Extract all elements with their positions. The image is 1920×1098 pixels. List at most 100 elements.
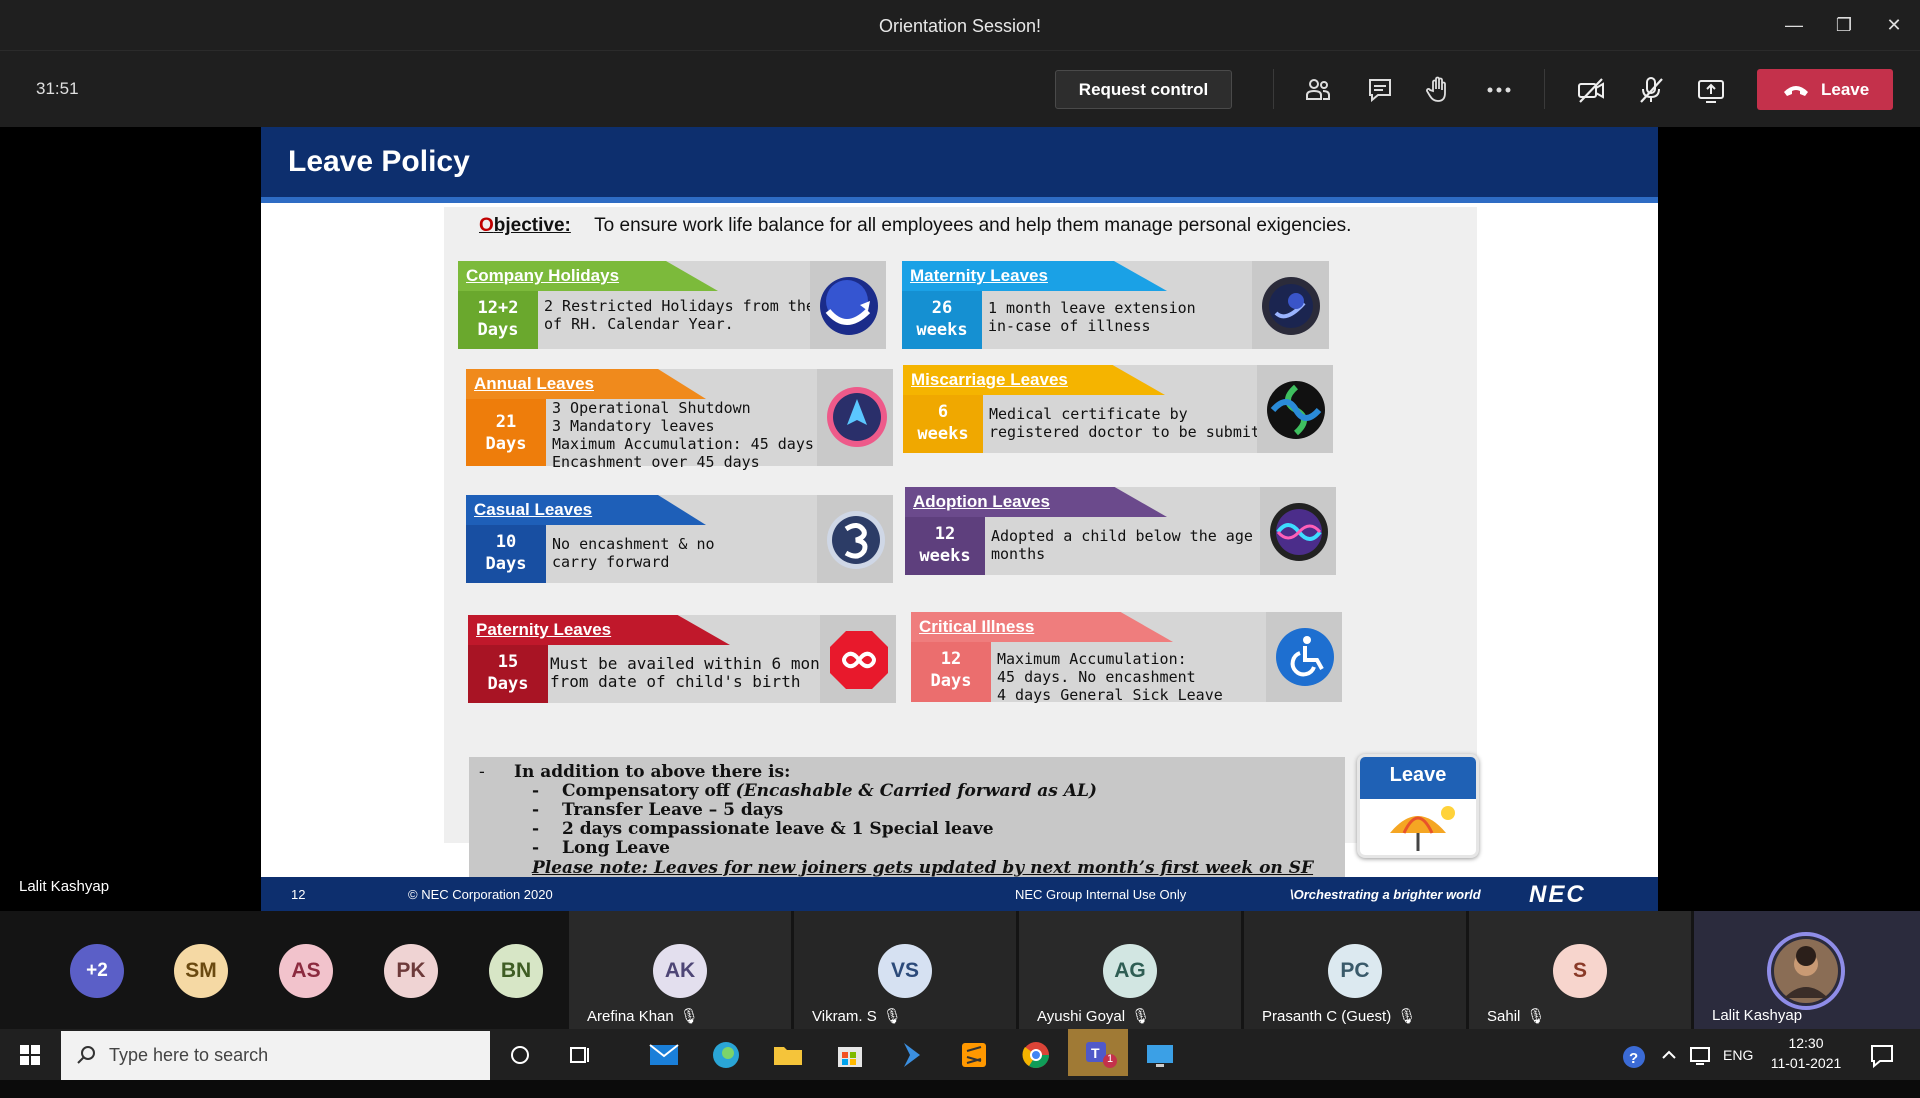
participant-name: Vikram. S 🎙︎ — [812, 1008, 902, 1025]
sublime-icon[interactable] — [952, 1033, 996, 1077]
siri-orb-icon — [1260, 487, 1336, 575]
file-explorer-icon[interactable] — [766, 1033, 810, 1077]
card-count: 21 Days — [466, 399, 546, 466]
leave-meeting-button[interactable]: Leave — [1757, 69, 1893, 110]
participant-name: Sahil 🎙︎ — [1487, 1008, 1546, 1025]
card-count: 12 Days — [911, 642, 991, 702]
card-description: Must be availed within 6 months from date… — [550, 654, 849, 691]
muted-mic-icon: 🎙︎ — [679, 1008, 699, 1025]
restore-button[interactable]: ❐ — [1829, 12, 1859, 38]
self-participant-tile[interactable]: Lalit Kashyap — [1694, 911, 1920, 1029]
participant-avatar[interactable]: PK — [384, 944, 438, 998]
edge-icon[interactable] — [704, 1033, 748, 1077]
compass-orb-icon — [817, 369, 893, 466]
participant-tile[interactable]: AK Arefina Khan 🎙︎ — [569, 911, 791, 1029]
chrome-icon[interactable] — [1014, 1033, 1058, 1077]
card-title: Paternity Leaves — [468, 615, 730, 645]
participant-avatar[interactable]: BN — [489, 944, 543, 998]
additional-item: -2 days compassionate leave & 1 Special … — [532, 819, 994, 839]
participant-tile[interactable]: VS Vikram. S 🎙︎ — [794, 911, 1016, 1029]
network-icon[interactable] — [1688, 1043, 1712, 1094]
participant-tile[interactable]: S Sahil 🎙︎ — [1469, 911, 1691, 1029]
muted-mic-icon: 🎙︎ — [1526, 1008, 1546, 1025]
participant-name: Prasanth C (Guest) 🎙︎ — [1262, 1008, 1417, 1025]
request-control-button[interactable]: Request control — [1055, 70, 1232, 109]
participant-tile[interactable]: AG Ayushi Goyal 🎙︎ — [1019, 911, 1241, 1029]
badge-label: Leave — [1360, 757, 1476, 799]
participant-avatar: AK — [653, 944, 707, 998]
number-three-orb-icon — [817, 495, 893, 583]
card-description: Medical certificate by registered doctor … — [989, 405, 1288, 441]
help-icon[interactable]: ? — [1620, 1043, 1648, 1094]
swirl-orb-icon — [1257, 365, 1333, 453]
objective-text: To ensure work life balance for all empl… — [594, 215, 1352, 236]
card-title: Critical Illness — [911, 612, 1173, 642]
search-icon — [77, 1046, 95, 1064]
minimize-button[interactable]: — — [1779, 12, 1809, 38]
participant-avatar[interactable]: AS — [279, 944, 333, 998]
windows-taskbar: Type here to search T1 ? ENG 12:30 11-01… — [0, 1029, 1920, 1080]
shared-slide: Leave Policy Objective: To ensure work l… — [261, 127, 1658, 911]
card-title: Casual Leaves — [466, 495, 706, 525]
task-view-icon[interactable] — [558, 1033, 602, 1077]
close-button[interactable]: ✕ — [1879, 12, 1909, 38]
language-indicator[interactable]: ENG — [1723, 1047, 1753, 1098]
chevron-up-icon[interactable] — [1659, 1045, 1679, 1096]
participant-name: Arefina Khan 🎙︎ — [587, 1008, 699, 1025]
clock[interactable]: 12:30 11-01-2021 — [1767, 1035, 1845, 1086]
store-icon[interactable] — [828, 1033, 872, 1077]
chat-icon[interactable] — [1365, 75, 1395, 105]
leave-card-adoption: Adoption Leaves 12 weeks Adopted a child … — [905, 487, 1336, 575]
mic-off-icon[interactable] — [1636, 75, 1666, 105]
header-stripe — [261, 197, 1658, 203]
desktop-app-icon[interactable] — [1138, 1033, 1182, 1077]
notifications-icon[interactable] — [1868, 1041, 1898, 1092]
cortana-icon[interactable] — [498, 1033, 542, 1077]
card-title: Maternity Leaves — [902, 261, 1167, 291]
self-avatar — [1767, 932, 1845, 1010]
slide-tagline: \Orchestrating a brighter world — [1290, 887, 1481, 902]
camera-off-icon[interactable] — [1576, 75, 1606, 105]
slide-header: Leave Policy — [261, 127, 1658, 203]
card-title: Company Holidays — [458, 261, 718, 291]
muted-mic-icon: 🎙︎ — [882, 1008, 902, 1025]
share-screen-icon[interactable] — [1696, 75, 1726, 105]
hang-up-icon — [1784, 86, 1808, 96]
card-count: 10 Days — [466, 525, 546, 583]
participants-icon[interactable] — [1303, 75, 1333, 105]
raise-hand-icon[interactable] — [1424, 75, 1454, 105]
toolbar-divider — [1544, 69, 1545, 109]
card-description: 3 Operational Shutdown 3 Mandatory leaves… — [552, 399, 823, 471]
participant-tile[interactable]: PC Prasanth C (Guest) 🎙︎ — [1244, 911, 1466, 1029]
card-description: 1 month leave extension in-case of illnes… — [988, 299, 1196, 335]
mail-icon[interactable] — [642, 1033, 686, 1077]
visual-studio-icon[interactable] — [890, 1033, 934, 1077]
leave-card-maternity: Maternity Leaves 26 weeks 1 month leave e… — [902, 261, 1329, 349]
muted-mic-icon: 🎙︎ — [1131, 1008, 1151, 1025]
windows-start-icon[interactable] — [8, 1033, 52, 1077]
participant-avatar: PC — [1328, 944, 1382, 998]
nec-logo: NEC — [1529, 881, 1586, 908]
leave-card-critical-illness: Critical Illness 12 Days Maximum Accumula… — [911, 612, 1342, 704]
dark-orb-icon — [1252, 261, 1329, 349]
card-description: Adopted a child below the age of 3 months — [991, 527, 1299, 563]
card-title: Annual Leaves — [466, 369, 706, 399]
participant-avatar[interactable]: SM — [174, 944, 228, 998]
more-options-icon[interactable] — [1484, 75, 1514, 105]
card-description: Maximum Accumulation: 45 days. No encashm… — [997, 650, 1223, 704]
participant-avatar: AG — [1103, 944, 1157, 998]
muted-mic-icon: 🎙︎ — [1397, 1008, 1417, 1025]
card-count: 12 weeks — [905, 517, 985, 575]
card-count: 12+2 Days — [458, 291, 538, 349]
more-participants-button[interactable]: +2 — [70, 944, 124, 998]
additional-item: - Transfer Leave – 5 days — [532, 800, 784, 820]
window-title: Orientation Session! — [878, 16, 1042, 36]
slide-classification: NEC Group Internal Use Only — [1015, 887, 1187, 902]
card-title: Miscarriage Leaves — [903, 365, 1165, 395]
umbrella-icon — [1390, 806, 1455, 851]
participant-name: Ayushi Goyal 🎙︎ — [1037, 1008, 1151, 1025]
teams-icon[interactable]: T1 — [1068, 1029, 1128, 1076]
teams-notification-count: 1 — [1107, 1053, 1114, 1065]
taskbar-search-box[interactable]: Type here to search — [61, 1031, 490, 1080]
search-placeholder: Type here to search — [109, 1045, 269, 1065]
